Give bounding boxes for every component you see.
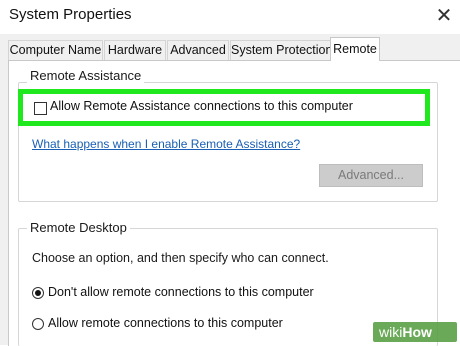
wikihow-watermark: wikiHow bbox=[373, 322, 457, 342]
remote-desktop-description: Choose an option, and then specify who c… bbox=[32, 251, 329, 265]
tab-computer-name[interactable]: Computer Name bbox=[8, 40, 103, 60]
radio-selected-dot bbox=[35, 290, 41, 296]
remote-assistance-checkbox-label[interactable]: Allow Remote Assistance connections to t… bbox=[50, 99, 353, 113]
tab-strip: Computer Name Hardware Advanced System P… bbox=[8, 37, 460, 61]
tab-advanced[interactable]: Advanced bbox=[167, 40, 229, 60]
remote-assistance-help-link[interactable]: What happens when I enable Remote Assist… bbox=[32, 137, 300, 151]
remote-assistance-checkbox[interactable] bbox=[34, 102, 47, 115]
tab-system-protection[interactable]: System Protection bbox=[230, 40, 333, 60]
tab-remote[interactable]: Remote bbox=[330, 37, 380, 61]
radio-allow[interactable] bbox=[32, 318, 44, 330]
tab-hardware[interactable]: Hardware bbox=[104, 40, 166, 60]
watermark-wiki: wiki bbox=[379, 324, 403, 340]
remote-assistance-legend: Remote Assistance bbox=[27, 68, 145, 83]
radio-dont-allow-label[interactable]: Don't allow remote connections to this c… bbox=[48, 285, 314, 299]
window-title: System Properties bbox=[9, 6, 132, 23]
close-icon[interactable]: ✕ bbox=[430, 2, 458, 30]
radio-dont-allow[interactable] bbox=[32, 287, 44, 299]
remote-desktop-legend: Remote Desktop bbox=[27, 220, 130, 235]
radio-allow-label[interactable]: Allow remote connections to this compute… bbox=[48, 316, 283, 330]
advanced-button[interactable]: Advanced... bbox=[319, 164, 423, 187]
title-bar: System Properties ✕ bbox=[0, 0, 460, 34]
remote-assistance-checkbox-row[interactable]: Allow Remote Assistance connections to t… bbox=[18, 89, 430, 126]
watermark-how: How bbox=[402, 324, 432, 340]
